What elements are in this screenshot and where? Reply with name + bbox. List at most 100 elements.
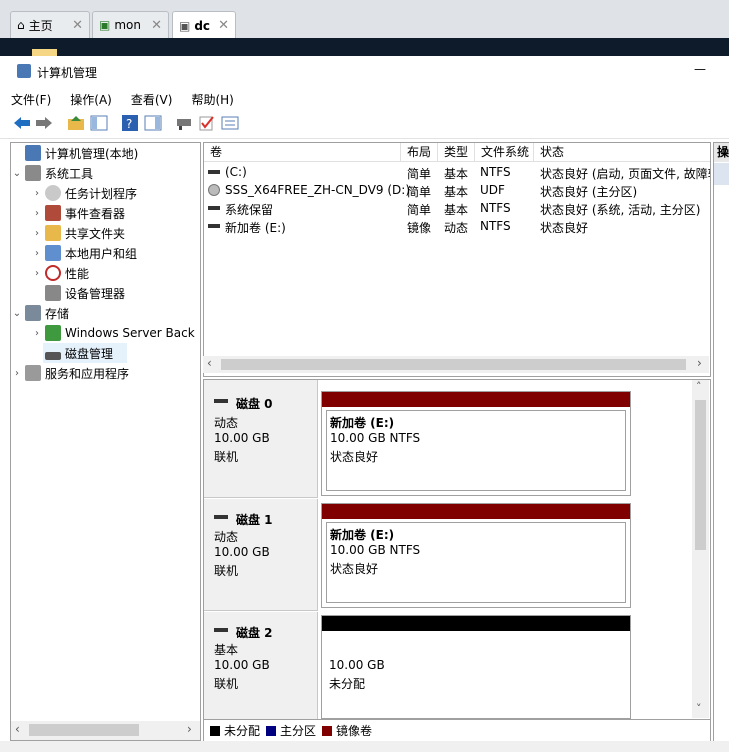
legend-label: 主分区 [280, 724, 317, 738]
column-header-filesystem[interactable]: 文件系统 [475, 143, 534, 162]
volume-size: 10.00 GB NTFS [330, 543, 421, 557]
tree-item-device-manager[interactable]: 设备管理器 [31, 283, 125, 303]
remote-console-bar [0, 38, 729, 56]
disk-kind: 基本 [214, 643, 239, 657]
tree-item-storage[interactable]: ⌄ 存储 [11, 303, 69, 323]
back-arrow-icon[interactable] [13, 115, 31, 131]
disk-1-info[interactable]: 磁盘 1 动态 10.00 GB 联机 [204, 499, 318, 611]
column-header-type[interactable]: 类型 [438, 143, 475, 162]
menu-view[interactable]: 查看(V) [120, 91, 181, 108]
tab-dc[interactable]: ▣ dc ✕ [172, 11, 236, 39]
cell-status: 状态良好 [540, 221, 589, 235]
disk-state: 联机 [214, 564, 239, 578]
tree-item-local-users[interactable]: › 本地用户和组 [31, 243, 137, 263]
scroll-thumb[interactable] [29, 724, 139, 736]
legend-swatch-primary [266, 725, 277, 736]
menu-action[interactable]: 操作(A) [59, 91, 120, 108]
scroll-left-icon[interactable]: ‹ [207, 356, 212, 370]
up-folder-icon[interactable] [67, 115, 85, 131]
users-icon [45, 245, 61, 261]
tree-label: 本地用户和组 [65, 246, 138, 261]
tree-item-task-scheduler[interactable]: › 任务计划程序 [31, 183, 137, 203]
tree-horizontal-scrollbar[interactable]: ‹ › [10, 721, 201, 741]
disk-state: 联机 [214, 450, 239, 464]
column-header-layout[interactable]: 布局 [401, 143, 438, 162]
tab-home[interactable]: ⌂ 主页 ✕ [10, 11, 90, 38]
console-tree: 计算机管理(本地) ⌄ 系统工具 › 任务计划程序 › 事件查看器 › 共享文件… [10, 142, 201, 722]
tree-item-disk-management[interactable]: 磁盘管理 [43, 343, 127, 363]
forward-arrow-icon[interactable] [35, 115, 53, 131]
chevron-down-icon[interactable]: ⌄ [11, 308, 23, 319]
tree-item-event-viewer[interactable]: › 事件查看器 [31, 203, 125, 223]
action-pane-icon[interactable] [144, 115, 162, 131]
chevron-right-icon[interactable]: › [31, 268, 43, 279]
tree-label: 存储 [45, 306, 70, 321]
scroll-left-icon[interactable]: ‹ [15, 722, 20, 736]
table-row[interactable]: 新加卷 (E:) 镜像 动态 NTFS 状态良好 [204, 217, 710, 235]
clock-icon [45, 185, 61, 201]
list-horizontal-scrollbar[interactable]: ‹ › [203, 356, 709, 373]
tree-item-performance[interactable]: › 性能 [31, 263, 89, 283]
menu-file[interactable]: 文件(F) [0, 91, 59, 108]
connect-drive-icon[interactable] [175, 115, 193, 131]
table-row[interactable]: 系统保留 简单 基本 NTFS 状态良好 (系统, 活动, 主分区) [204, 199, 710, 217]
chevron-right-icon[interactable]: › [31, 248, 43, 259]
close-icon[interactable]: ✕ [218, 18, 229, 33]
close-icon[interactable]: ✕ [72, 18, 83, 33]
cell-layout: 简单 [407, 185, 432, 199]
chevron-right-icon[interactable]: › [31, 208, 43, 219]
scroll-right-icon[interactable]: › [187, 722, 192, 736]
device-manager-icon [45, 285, 61, 301]
tree-item-root[interactable]: 计算机管理(本地) [11, 143, 138, 163]
tree-item-windows-server-backup[interactable]: › Windows Server Back [31, 323, 195, 343]
vm-icon: ▣ [99, 18, 111, 32]
cell-type: 基本 [444, 167, 469, 181]
scroll-up-icon[interactable]: ˄ [696, 380, 702, 393]
tree-item-services[interactable]: › 服务和应用程序 [11, 363, 129, 383]
disk-0-volume[interactable]: 新加卷 (E:) 10.00 GB NTFS 状态良好 [321, 391, 631, 496]
column-header-status[interactable]: 状态 [534, 143, 710, 162]
volume-icon [208, 206, 220, 210]
menu-help[interactable]: 帮助(H) [180, 91, 241, 108]
legend-label: 镜像卷 [336, 724, 373, 738]
chevron-right-icon[interactable]: › [31, 328, 43, 339]
disk-2-unallocated[interactable]: 10.00 GB 未分配 [321, 615, 631, 719]
disk-size: 10.00 GB [214, 545, 270, 559]
table-row[interactable]: (C:) 简单 基本 NTFS 状态良好 (启动, 页面文件, 故障转 [204, 163, 710, 181]
tree-item-shared-folders[interactable]: › 共享文件夹 [31, 223, 125, 243]
chevron-right-icon[interactable]: › [11, 368, 23, 379]
cell-filesystem: NTFS [480, 165, 511, 179]
cell-status: 状态良好 (启动, 页面文件, 故障转 [540, 167, 711, 181]
scroll-down-icon[interactable]: ˅ [696, 702, 702, 715]
close-icon[interactable]: ✕ [151, 18, 162, 33]
check-icon[interactable] [198, 115, 216, 131]
actions-item[interactable] [714, 163, 729, 185]
tools-icon [25, 165, 41, 181]
help-icon[interactable]: ? [121, 115, 139, 131]
disk-name: 磁盘 2 [236, 626, 273, 640]
volume-list: 卷 布局 类型 文件系统 状态 (C:) 简单 基本 NTFS 状态良好 (启动… [203, 142, 711, 377]
minimize-button[interactable]: — [694, 62, 706, 76]
properties-icon[interactable] [221, 115, 239, 131]
home-icon: ⌂ [17, 18, 25, 32]
chevron-right-icon[interactable]: › [31, 188, 43, 199]
tree-item-system-tools[interactable]: ⌄ 系统工具 [11, 163, 93, 183]
table-row[interactable]: SSS_X64FREE_ZH-CN_DV9 (D:) 简单 基本 UDF 状态良… [204, 181, 710, 199]
chevron-right-icon[interactable]: › [31, 228, 43, 239]
volume-status: 状态良好 [330, 450, 379, 464]
column-header-volume[interactable]: 卷 [204, 143, 401, 162]
cell-layout: 简单 [407, 167, 432, 181]
disk-vertical-scrollbar[interactable]: ˄ ˅ [692, 380, 709, 718]
disk-0-info[interactable]: 磁盘 0 动态 10.00 GB 联机 [204, 380, 318, 498]
chevron-down-icon[interactable]: ⌄ [11, 168, 23, 179]
cd-icon [208, 184, 220, 196]
tab-mon[interactable]: ▣ mon ✕ [92, 11, 169, 38]
scroll-right-icon[interactable]: › [697, 356, 702, 370]
disk-1-volume[interactable]: 新加卷 (E:) 10.00 GB NTFS 状态良好 [321, 503, 631, 608]
scroll-thumb[interactable] [221, 359, 686, 370]
legend-label: 未分配 [224, 724, 261, 738]
show-hide-tree-icon[interactable] [90, 115, 108, 131]
disk-2-info[interactable]: 磁盘 2 基本 10.00 GB 联机 [204, 612, 318, 719]
scroll-thumb[interactable] [695, 400, 706, 550]
cell-filesystem: NTFS [480, 219, 511, 233]
